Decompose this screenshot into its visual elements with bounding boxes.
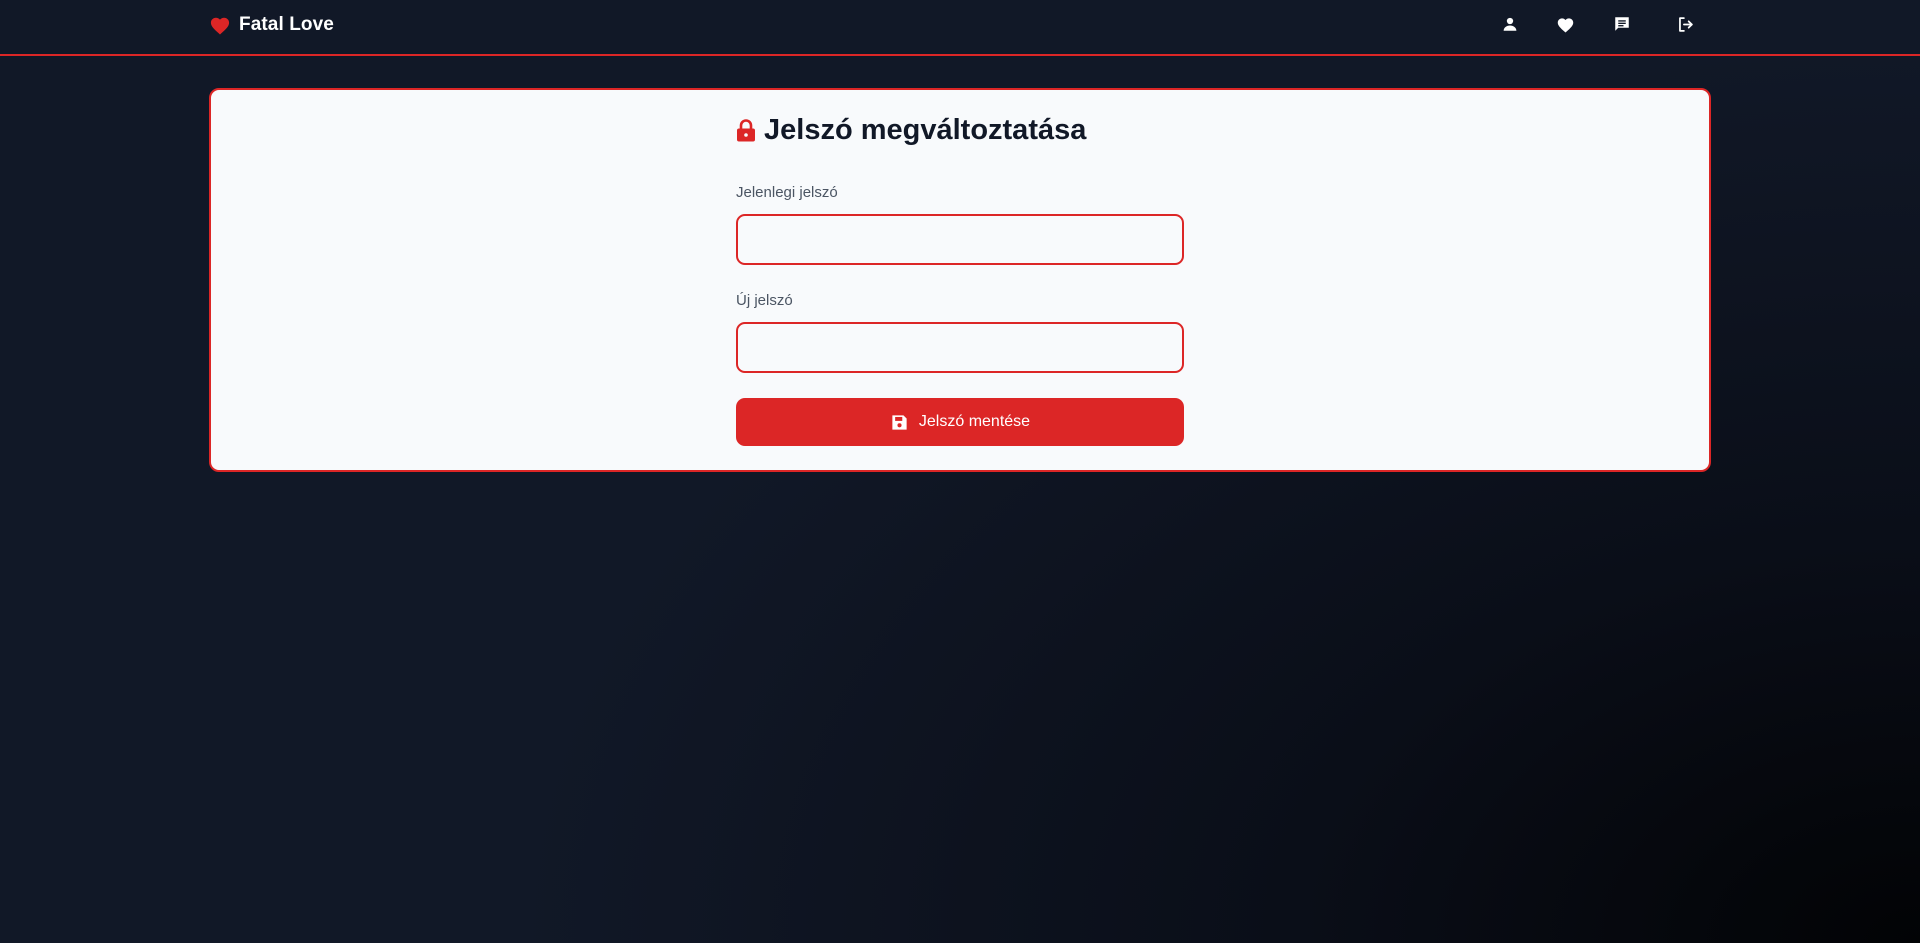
user-icon	[1501, 15, 1519, 33]
save-icon	[890, 413, 909, 432]
top-navbar: Fatal Love	[0, 0, 1920, 56]
messages-button[interactable]	[1610, 12, 1634, 36]
current-password-label: Jelenlegi jelszó	[736, 184, 838, 201]
page-title: Jelszó megváltoztatása	[764, 114, 1087, 146]
new-password-label: Új jelszó	[736, 292, 793, 309]
profile-button[interactable]	[1498, 12, 1522, 36]
current-password-input[interactable]	[736, 214, 1184, 265]
logout-button[interactable]	[1673, 12, 1697, 36]
logout-icon	[1676, 15, 1695, 34]
heart-icon	[1556, 16, 1575, 33]
nav-icon-group	[0, 12, 1920, 36]
save-password-button[interactable]: Jelszó mentése	[736, 398, 1184, 446]
favorites-button[interactable]	[1553, 12, 1577, 36]
lock-icon	[736, 119, 756, 142]
new-password-input[interactable]	[736, 322, 1184, 373]
page-title-row: Jelszó megváltoztatása	[736, 114, 1086, 147]
chat-icon	[1613, 15, 1631, 33]
save-button-label: Jelszó mentése	[918, 413, 1031, 430]
